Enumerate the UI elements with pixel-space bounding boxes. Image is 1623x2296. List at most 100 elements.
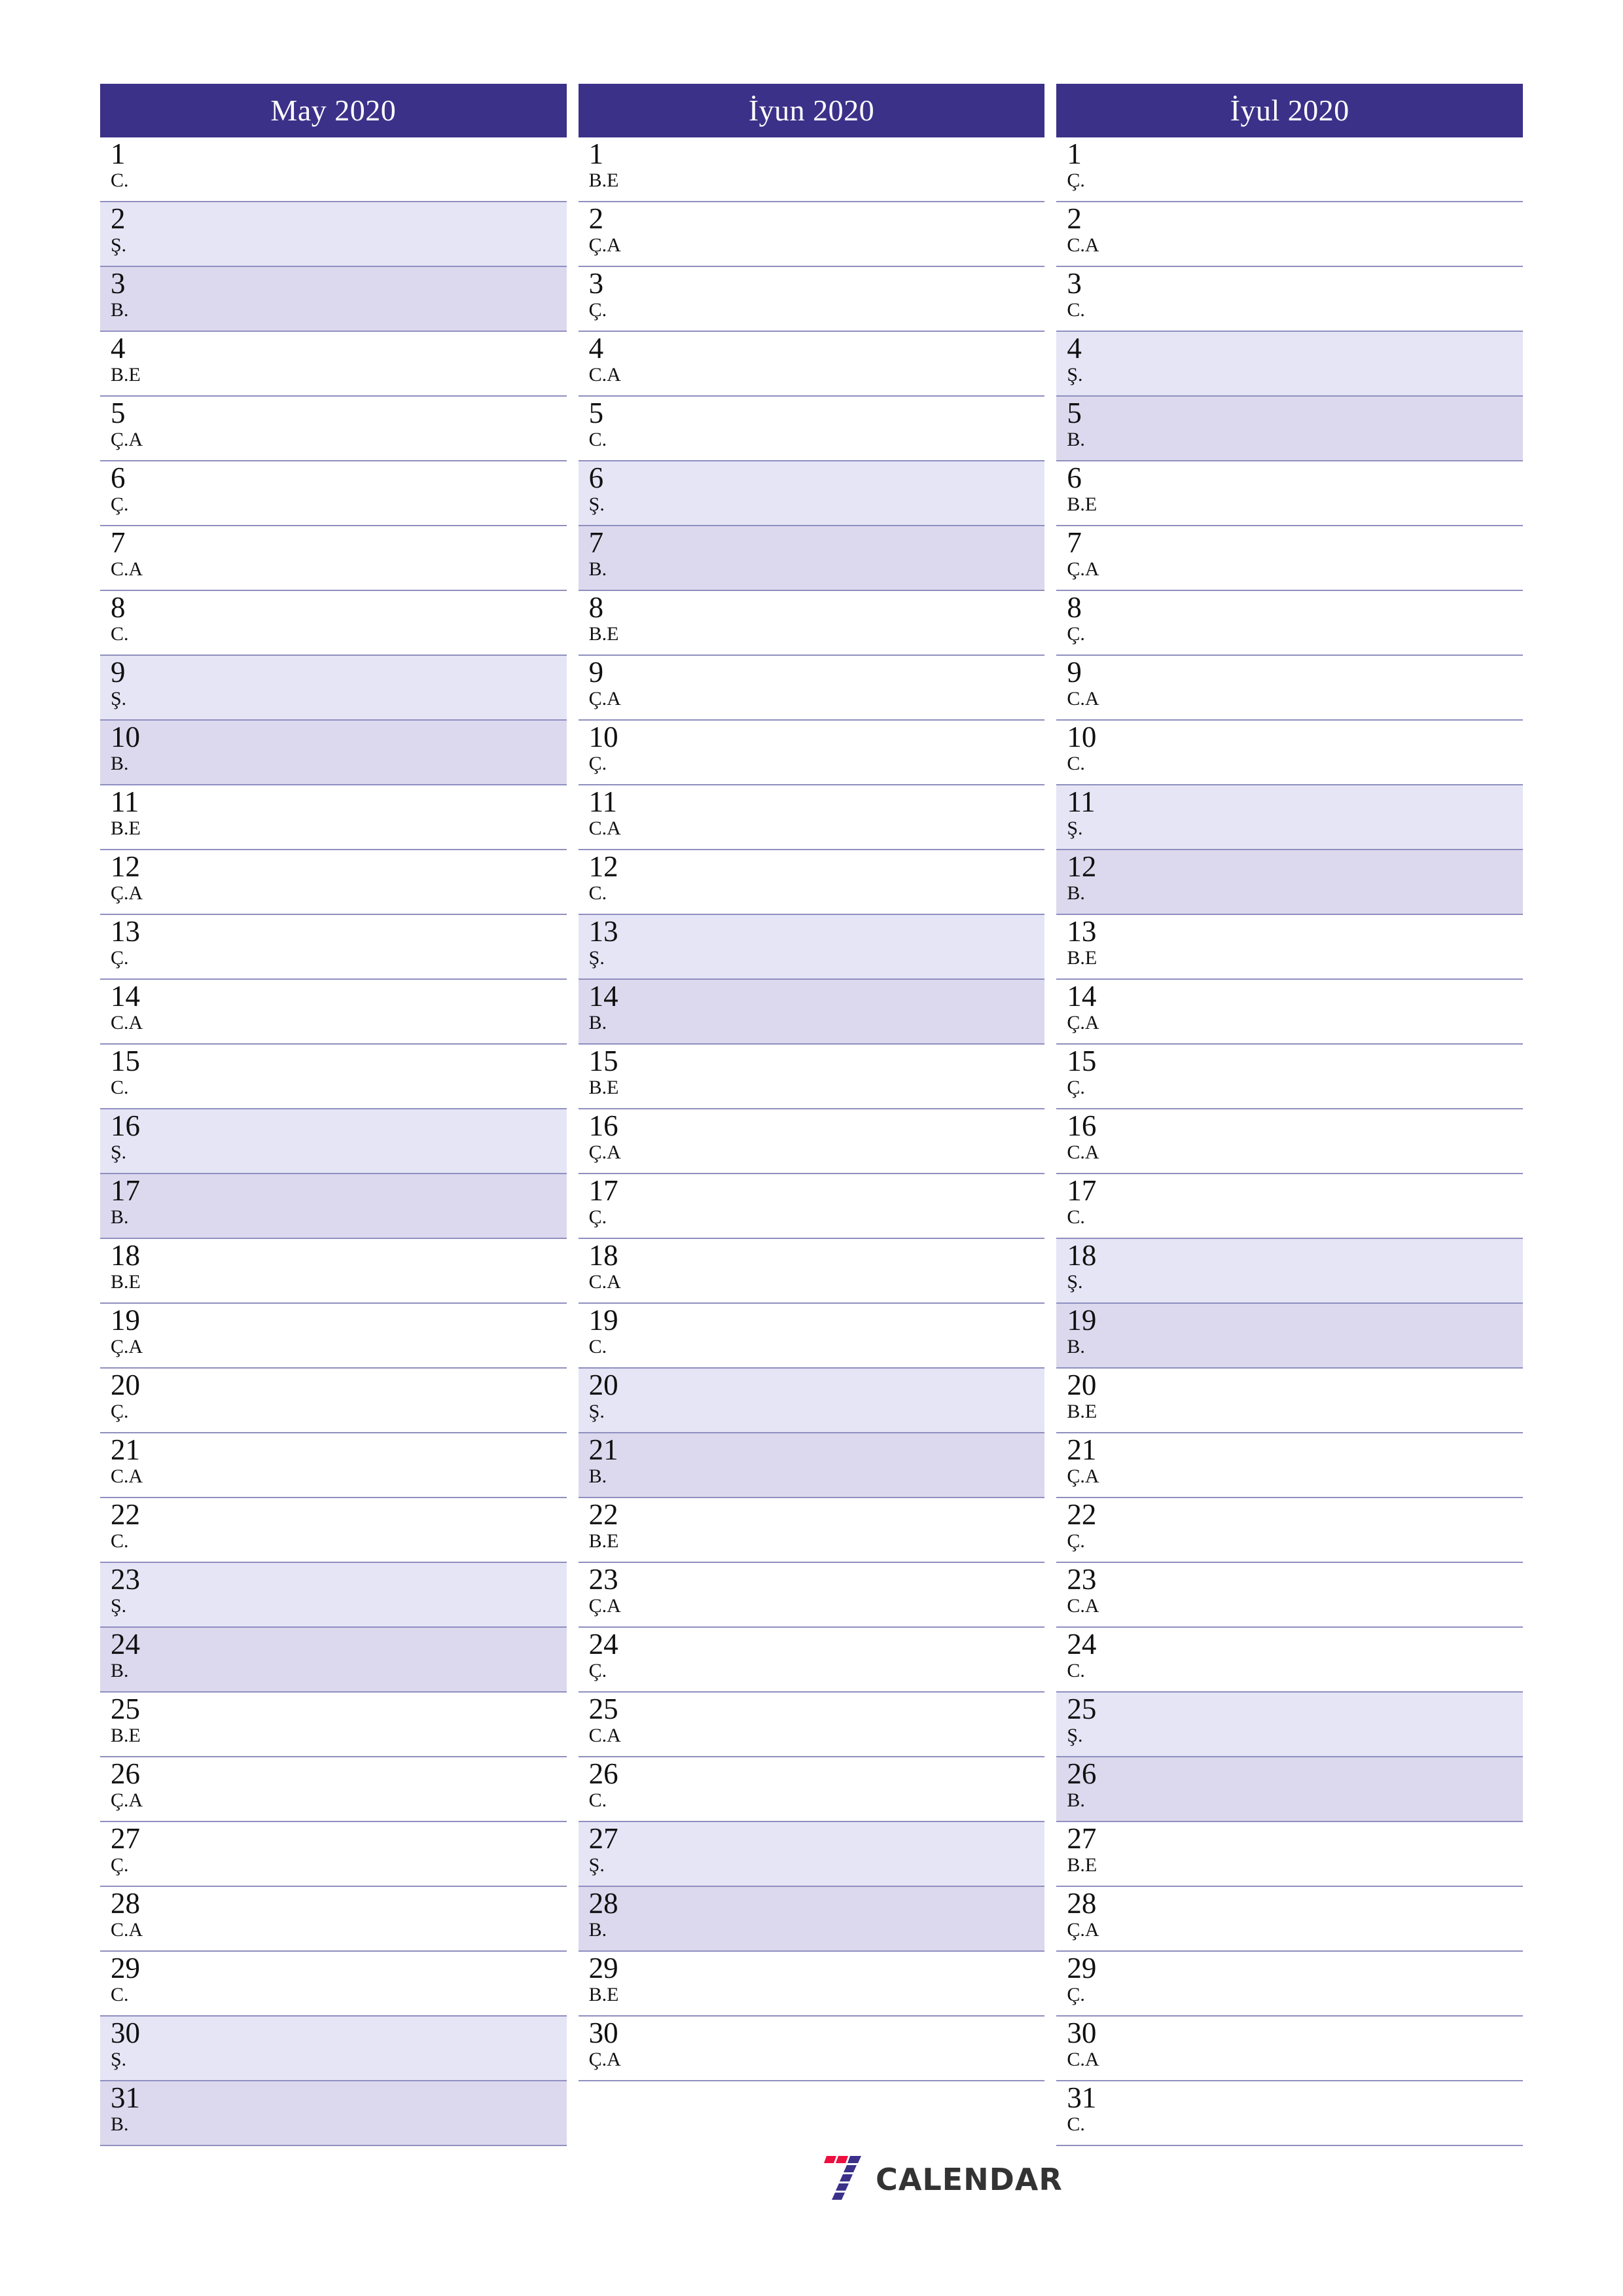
weekday-abbr: B.E: [111, 1725, 141, 1746]
day-row[interactable]: 4 Ş.: [1056, 332, 1524, 397]
weekday-abbr: Ç.A: [1067, 1919, 1099, 1941]
day-row[interactable]: 5 B.: [1056, 397, 1524, 461]
day-row[interactable]: 28 B.: [578, 1887, 1045, 1952]
day-row[interactable]: 22 C.: [100, 1498, 567, 1563]
day-row[interactable]: 11 Ş.: [1056, 785, 1524, 850]
day-row[interactable]: 1 C.: [100, 137, 567, 202]
day-row[interactable]: 8 C.: [100, 591, 567, 656]
weekday-abbr: B.: [1067, 1789, 1085, 1811]
day-row[interactable]: 6 Ç.: [100, 461, 567, 526]
day-row[interactable]: 3 Ç.: [578, 267, 1045, 332]
day-row[interactable]: 10 C.: [1056, 721, 1524, 785]
day-row[interactable]: 16 C.A: [1056, 1109, 1524, 1174]
day-row[interactable]: 21 Ç.A: [1056, 1433, 1524, 1498]
day-row[interactable]: 3 C.: [1056, 267, 1524, 332]
day-row[interactable]: 30 Ç.A: [578, 2017, 1045, 2081]
day-row[interactable]: 27 B.E: [1056, 1822, 1524, 1887]
day-row[interactable]: 17 C.: [1056, 1174, 1524, 1239]
day-row[interactable]: 29 B.E: [578, 1952, 1045, 2017]
day-row[interactable]: 10 Ç.: [578, 721, 1045, 785]
day-row[interactable]: 18 B.E: [100, 1239, 567, 1304]
day-row[interactable]: 9 Ç.A: [578, 656, 1045, 721]
day-row[interactable]: 7 C.A: [100, 526, 567, 591]
day-row[interactable]: 1 B.E: [578, 137, 1045, 202]
day-row[interactable]: 6 B.E: [1056, 461, 1524, 526]
day-row[interactable]: 19 B.: [1056, 1304, 1524, 1369]
weekday-abbr: B.E: [111, 1271, 141, 1293]
day-row[interactable]: 26 C.: [578, 1757, 1045, 1822]
day-row[interactable]: 22 Ç.: [1056, 1498, 1524, 1563]
day-row[interactable]: 8 Ç.: [1056, 591, 1524, 656]
day-row[interactable]: 11 C.A: [578, 785, 1045, 850]
day-row[interactable]: 30 Ş.: [100, 2017, 567, 2081]
day-row[interactable]: 25 C.A: [578, 1693, 1045, 1757]
day-row[interactable]: 26 B.: [1056, 1757, 1524, 1822]
day-row[interactable]: 7 B.: [578, 526, 1045, 591]
day-row[interactable]: 8 B.E: [578, 591, 1045, 656]
day-row[interactable]: 15 Ç.: [1056, 1045, 1524, 1109]
day-row[interactable]: 9 Ş.: [100, 656, 567, 721]
day-row[interactable]: 18 Ş.: [1056, 1239, 1524, 1304]
day-row[interactable]: 21 C.A: [100, 1433, 567, 1498]
day-row[interactable]: 3 B.: [100, 267, 567, 332]
day-row[interactable]: 19 Ç.A: [100, 1304, 567, 1369]
day-row[interactable]: 17 B.: [100, 1174, 567, 1239]
day-row[interactable]: 28 Ç.A: [1056, 1887, 1524, 1952]
day-row[interactable]: 16 Ş.: [100, 1109, 567, 1174]
day-row[interactable]: 14 B.: [578, 980, 1045, 1045]
day-row[interactable]: 19 C.: [578, 1304, 1045, 1369]
day-row[interactable]: 23 Ç.A: [578, 1563, 1045, 1628]
day-row[interactable]: 25 B.E: [100, 1693, 567, 1757]
day-row[interactable]: 20 Ç.: [100, 1369, 567, 1433]
day-row[interactable]: 24 C.: [1056, 1628, 1524, 1693]
day-row[interactable]: 25 Ş.: [1056, 1693, 1524, 1757]
day-row[interactable]: 31 B.: [100, 2081, 567, 2146]
day-row[interactable]: 31 C.: [1056, 2081, 1524, 2146]
day-number: 16: [111, 1109, 140, 1142]
day-row[interactable]: 5 Ç.A: [100, 397, 567, 461]
day-row[interactable]: 20 B.E: [1056, 1369, 1524, 1433]
day-row[interactable]: 12 Ç.A: [100, 850, 567, 915]
day-number: 25: [1067, 1693, 1097, 1725]
day-row[interactable]: 23 C.A: [1056, 1563, 1524, 1628]
day-row[interactable]: 18 C.A: [578, 1239, 1045, 1304]
day-row[interactable]: 15 B.E: [578, 1045, 1045, 1109]
day-row[interactable]: 24 Ç.: [578, 1628, 1045, 1693]
day-row[interactable]: 13 Ç.: [100, 915, 567, 980]
day-row[interactable]: 6 Ş.: [578, 461, 1045, 526]
day-row[interactable]: 11 B.E: [100, 785, 567, 850]
day-row[interactable]: 20 Ş.: [578, 1369, 1045, 1433]
day-row[interactable]: 17 Ç.: [578, 1174, 1045, 1239]
day-row[interactable]: 29 C.: [100, 1952, 567, 2017]
day-row[interactable]: 21 B.: [578, 1433, 1045, 1498]
day-row[interactable]: 24 B.: [100, 1628, 567, 1693]
day-row[interactable]: 4 B.E: [100, 332, 567, 397]
day-row[interactable]: 2 Ç.A: [578, 202, 1045, 267]
day-row[interactable]: 2 Ş.: [100, 202, 567, 267]
day-row[interactable]: 23 Ş.: [100, 1563, 567, 1628]
weekday-abbr: Ş.: [1067, 1271, 1083, 1293]
day-row[interactable]: 29 Ç.: [1056, 1952, 1524, 2017]
day-row[interactable]: 13 Ş.: [578, 915, 1045, 980]
day-row[interactable]: 5 C.: [578, 397, 1045, 461]
day-row[interactable]: 7 Ç.A: [1056, 526, 1524, 591]
day-row[interactable]: 1 Ç.: [1056, 137, 1524, 202]
day-row[interactable]: 16 Ç.A: [578, 1109, 1045, 1174]
day-row[interactable]: 12 C.: [578, 850, 1045, 915]
day-row[interactable]: 9 C.A: [1056, 656, 1524, 721]
day-number: 19: [588, 1304, 618, 1336]
day-row[interactable]: 27 Ş.: [578, 1822, 1045, 1887]
day-row[interactable]: 10 B.: [100, 721, 567, 785]
day-row[interactable]: 26 Ç.A: [100, 1757, 567, 1822]
day-row[interactable]: 22 B.E: [578, 1498, 1045, 1563]
day-row[interactable]: 30 C.A: [1056, 2017, 1524, 2081]
day-row[interactable]: 15 C.: [100, 1045, 567, 1109]
day-row[interactable]: 12 B.: [1056, 850, 1524, 915]
day-row[interactable]: 4 C.A: [578, 332, 1045, 397]
day-row[interactable]: 13 B.E: [1056, 915, 1524, 980]
day-row[interactable]: 28 C.A: [100, 1887, 567, 1952]
day-row[interactable]: 14 Ç.A: [1056, 980, 1524, 1045]
day-row[interactable]: 27 Ç.: [100, 1822, 567, 1887]
day-row[interactable]: 2 C.A: [1056, 202, 1524, 267]
day-row[interactable]: 14 C.A: [100, 980, 567, 1045]
